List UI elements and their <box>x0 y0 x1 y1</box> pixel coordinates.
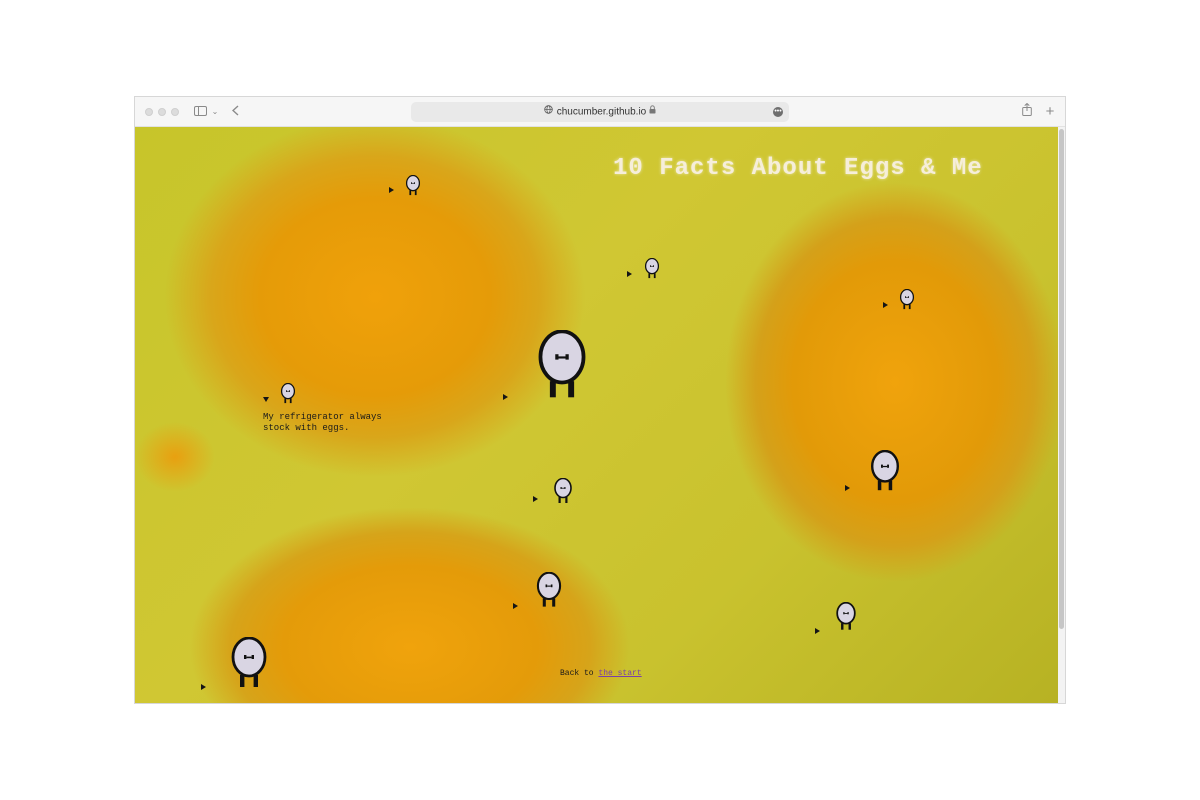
fact-toggle[interactable] <box>503 394 508 400</box>
egg-character-icon[interactable] <box>835 602 857 631</box>
plus-icon[interactable]: + <box>1043 103 1057 121</box>
browser-toolbar: ⌄ chucumber.github.io ••• + <box>135 97 1065 127</box>
fact-toggle[interactable] <box>883 302 888 308</box>
share-icon[interactable] <box>1021 102 1033 121</box>
fact-toggle[interactable] <box>513 603 518 609</box>
page-content: 10 Facts About Eggs & Me My refrigerator… <box>135 127 1058 703</box>
more-options-icon[interactable]: ••• <box>773 107 783 117</box>
egg-character-icon[interactable] <box>229 637 269 689</box>
lock-icon <box>649 102 656 122</box>
fact-toggle-open[interactable] <box>263 397 269 402</box>
fact-toggle[interactable] <box>845 485 850 491</box>
egg-character-icon[interactable] <box>869 450 901 492</box>
close-window-icon[interactable] <box>145 108 153 116</box>
globe-icon <box>544 102 553 122</box>
address-bar[interactable]: chucumber.github.io ••• <box>411 102 789 122</box>
start-link[interactable]: the start <box>598 669 641 678</box>
scrollbar[interactable] <box>1058 127 1065 703</box>
egg-character-icon[interactable] <box>280 383 296 404</box>
egg-character-icon[interactable] <box>644 258 660 279</box>
scrollbar-thumb[interactable] <box>1059 129 1064 629</box>
egg-character-icon[interactable] <box>899 289 915 310</box>
egg-character-icon[interactable] <box>553 478 573 504</box>
chevron-down-icon[interactable]: ⌄ <box>211 103 219 121</box>
url-text: chucumber.github.io <box>556 106 647 118</box>
egg-character-icon[interactable] <box>535 330 589 400</box>
fact-text: My refrigerator always stock with eggs. <box>263 412 382 433</box>
fact-toggle[interactable] <box>627 271 632 277</box>
chevron-left-icon[interactable] <box>230 103 240 121</box>
fact-toggle[interactable] <box>201 684 206 690</box>
back-prefix: Back to <box>560 669 594 678</box>
fact-toggle[interactable] <box>815 628 820 634</box>
sidebar-icon[interactable] <box>193 103 207 121</box>
page-title: 10 Facts About Eggs & Me <box>613 155 983 182</box>
egg-character-icon[interactable] <box>405 175 421 196</box>
egg-character-icon[interactable] <box>535 572 563 608</box>
zoom-window-icon[interactable] <box>171 108 179 116</box>
fact-toggle[interactable] <box>389 187 394 193</box>
fact-toggle[interactable] <box>533 496 538 502</box>
minimize-window-icon[interactable] <box>158 108 166 116</box>
back-to-start: Back to the start <box>560 669 642 678</box>
browser-window: ⌄ chucumber.github.io ••• + 10 Facts Abo… <box>135 97 1065 703</box>
